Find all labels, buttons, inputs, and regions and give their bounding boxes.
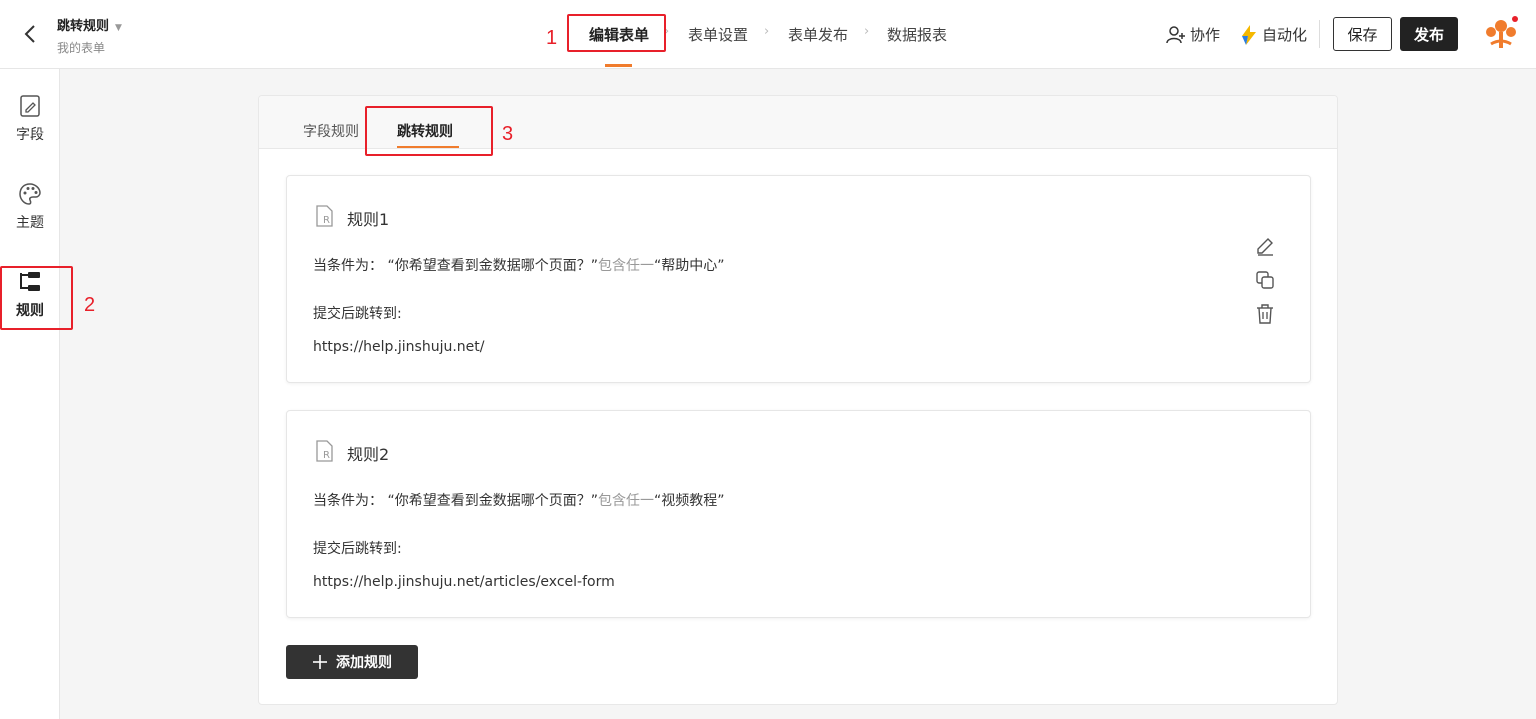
annotation-number-3: 3 — [502, 123, 514, 145]
condition-operator: 包含任一 — [597, 493, 654, 509]
condition-question: “你希望查看到金数据哪个页面？” — [387, 258, 598, 274]
jump-url: https://help.jinshuju.net/ — [313, 339, 485, 355]
step-form-settings[interactable]: 表单设置 — [688, 24, 748, 45]
collaborate-button[interactable]: 协作 — [1166, 24, 1220, 45]
sidebar-item-label: 主题 — [16, 215, 44, 231]
form-subtitle: 我的表单 — [57, 41, 106, 55]
chevron-right-icon: › — [664, 24, 670, 39]
sidebar-item-fields[interactable]: 字段 — [0, 94, 60, 144]
jump-label: 提交后跳转到: — [313, 541, 402, 557]
annotation-number-1: 1 — [546, 27, 558, 49]
jump-label: 提交后跳转到: — [313, 306, 402, 322]
save-button[interactable]: 保存 — [1333, 17, 1392, 51]
condition-prefix: 当条件为： — [313, 493, 383, 509]
delete-icon[interactable] — [1254, 303, 1276, 325]
automation-icon — [1242, 24, 1256, 45]
edit-icon[interactable] — [1254, 235, 1276, 257]
condition-question: “你希望查看到金数据哪个页面？” — [387, 493, 598, 509]
svg-text:R: R — [323, 450, 330, 461]
header-divider — [1319, 20, 1320, 48]
automation-label: 自动化 — [1262, 26, 1308, 44]
add-rule-button[interactable]: 添加规则 — [286, 645, 418, 679]
publish-button[interactable]: 发布 — [1400, 17, 1458, 51]
plus-icon — [313, 655, 327, 669]
sidebar-item-rules[interactable]: 规则 — [0, 270, 60, 320]
form-title[interactable]: 跳转规则 ▼ — [57, 15, 122, 34]
rule-card: R 规则2 当条件为： “你希望查看到金数据哪个页面？”包含任一“视频教程” 提… — [286, 410, 1311, 618]
step-form-publish[interactable]: 表单发布 — [788, 24, 848, 45]
tab-jump-rules[interactable]: 跳转规则 — [397, 121, 453, 141]
collaborate-label: 协作 — [1190, 26, 1221, 44]
add-rule-label: 添加规则 — [336, 655, 392, 671]
caret-down-icon[interactable]: ▼ — [115, 23, 122, 33]
condition-prefix: 当条件为： — [313, 258, 383, 274]
automation-button[interactable]: 自动化 — [1240, 24, 1307, 45]
rule-title: 规则1 — [347, 210, 390, 229]
form-title-text: 跳转规则 — [57, 19, 110, 34]
chevron-right-icon: › — [864, 24, 870, 39]
sidebar-item-label: 字段 — [16, 127, 44, 143]
top-header: 跳转规则 ▼ 我的表单 编辑表单 › 表单设置 › 表单发布 › 数据报表 协作 … — [0, 0, 1536, 69]
jump-url: https://help.jinshuju.net/articles/excel… — [313, 574, 615, 590]
tab-field-rules[interactable]: 字段规则 — [303, 121, 359, 141]
sidebar-item-label: 规则 — [16, 303, 44, 319]
add-user-icon — [1166, 25, 1185, 43]
step-edit-form[interactable]: 编辑表单 — [589, 24, 649, 45]
copy-icon[interactable] — [1254, 269, 1276, 291]
rule-condition: 当条件为： “你希望查看到金数据哪个页面？”包含任一“视频教程” — [313, 490, 724, 510]
jinshuju-logo-icon[interactable] — [1481, 14, 1521, 54]
annotation-number-2: 2 — [84, 294, 96, 316]
chevron-left-icon[interactable] — [20, 22, 40, 46]
rule-condition: 当条件为： “你希望查看到金数据哪个页面？”包含任一“帮助中心” — [313, 255, 724, 275]
sidebar-item-theme[interactable]: 主题 — [0, 182, 60, 232]
rule-card: R 规则1 当条件为： “你希望查看到金数据哪个页面？”包含任一“帮助中心” 提… — [286, 175, 1311, 383]
rule-doc-icon: R — [316, 440, 333, 462]
active-tab-indicator — [397, 146, 459, 148]
active-step-indicator — [605, 64, 632, 67]
condition-value: “帮助中心” — [653, 258, 725, 274]
rule-doc-icon: R — [316, 205, 333, 227]
step-data-report[interactable]: 数据报表 — [887, 24, 947, 45]
field-edit-icon — [20, 95, 40, 117]
rule-tabs: 字段规则 跳转规则 — [259, 96, 1337, 149]
chevron-right-icon: › — [764, 24, 770, 39]
left-sidebar: 字段 主题 规则 — [0, 69, 60, 719]
rules-panel: 字段规则 跳转规则 R 规则1 当条件为： “你希望查看到金数据哪个页面？”包含… — [258, 95, 1338, 705]
rule-icon — [20, 272, 40, 291]
svg-text:R: R — [323, 215, 330, 226]
condition-operator: 包含任一 — [597, 258, 654, 274]
condition-value: “视频教程” — [653, 493, 725, 509]
rule-title: 规则2 — [347, 445, 390, 464]
palette-icon — [19, 183, 41, 205]
